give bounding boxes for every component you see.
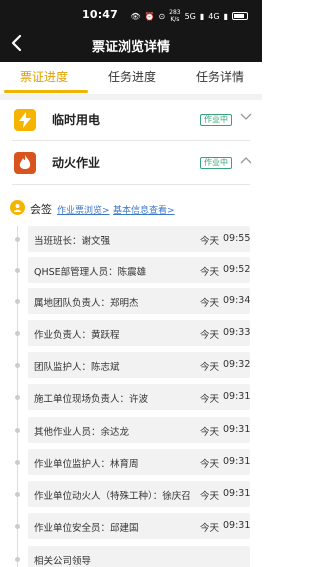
battery-icon (232, 12, 248, 20)
timeline-dot (15, 492, 20, 497)
record-row[interactable]: QHSE部管理人员：陈震雄 今天 09:52 (15, 257, 251, 283)
timeline-dot (15, 460, 20, 465)
record-day: 今天 (200, 236, 220, 247)
timeline-dot (15, 395, 20, 400)
basic-info-link[interactable]: 基本信息查看> (113, 203, 175, 216)
record-time: 09:55 (223, 233, 251, 244)
net-speed: 283 K/s (169, 9, 180, 23)
network-4g: 4G (208, 11, 220, 21)
record-row[interactable]: 施工单位现场负责人：许波 今天 09:31 (15, 384, 251, 410)
signal-bars-icon: ▮ (223, 11, 228, 21)
record-row[interactable]: 相关公司领导 (15, 546, 250, 567)
record-time: 09:33 (223, 327, 251, 338)
record-time: 09:31 (223, 520, 251, 531)
timeline-dot (15, 524, 20, 529)
record-day: 今天 (200, 267, 220, 278)
signal-bars-icon: ▮ (199, 11, 205, 21)
divider (12, 184, 250, 185)
record-day: 今天 (200, 459, 220, 470)
record-day: 今天 (200, 523, 220, 534)
countersign-label: 会签 (30, 203, 52, 216)
category-temp-power[interactable]: 临时用电 作业中 (0, 101, 262, 139)
record-row[interactable]: 作业单位监护人：林育周 今天 09:31 (15, 449, 251, 475)
record-day: 今天 (200, 362, 220, 373)
record-label: 团队监护人：陈志斌 (34, 362, 120, 373)
flame-icon (14, 152, 36, 174)
status-bar: 10:47 👁 ⏰ ⊙ 283 K/s 5G ▮ 4G ▮ (0, 0, 262, 28)
record-day: 今天 (200, 427, 220, 438)
record-row[interactable]: 作业单位动火人（特殊工种）：徐庆召 今天 09:31 (15, 481, 251, 507)
timeline-dot (15, 557, 20, 562)
net-speed-value: 283 (169, 9, 181, 16)
record-time: 09:31 (223, 456, 251, 467)
record-label: 作业单位动火人（特殊工种）：徐庆召 (34, 491, 191, 502)
divider (12, 140, 250, 141)
record-label: QHSE部管理人员：陈震雄 (34, 267, 147, 278)
user-icon (10, 200, 25, 215)
tab-task-progress[interactable]: 任务进度 (108, 68, 156, 85)
category-name: 动火作业 (52, 156, 101, 170)
record-time: 09:31 (223, 488, 251, 499)
record-time: 09:31 (223, 424, 251, 435)
timeline-dot (15, 268, 20, 273)
tab-ticket-progress[interactable]: 票证进度 (20, 68, 68, 85)
record-time: 09:31 (223, 391, 251, 402)
record-label: 当班班长：谢文强 (34, 236, 111, 247)
net-speed-unit: K/s (170, 16, 180, 23)
record-row[interactable]: 当班班长：谢文强 今天 09:55 (15, 226, 251, 252)
signal-5g: 5G (184, 11, 196, 21)
record-row[interactable]: 作业单位安全员：邱建国 今天 09:31 (15, 513, 251, 539)
record-row[interactable]: 团队监护人：陈志斌 今天 09:32 (15, 352, 251, 378)
timeline-dot (15, 299, 20, 304)
page-title: 票证浏览详情 (91, 40, 170, 55)
section-separator (0, 94, 262, 100)
timeline-dot (15, 331, 20, 336)
active-tab-indicator (4, 90, 88, 93)
record-label: 作业单位监护人：林育周 (34, 459, 139, 470)
record-day: 今天 (200, 394, 220, 405)
record-day: 今天 (200, 491, 220, 502)
status-time: 10:47 (82, 8, 119, 21)
timeline-dot (15, 237, 20, 242)
status-icons: 👁 ⏰ ⊙ 283 K/s 5G ▮ 4G ▮ (130, 9, 248, 23)
lightning-icon (14, 109, 36, 131)
tab-bar: 票证进度 任务进度 任务详情 (0, 62, 262, 94)
location-icon: ⊙ (158, 11, 166, 21)
record-time: 09:34 (223, 295, 251, 306)
category-name: 临时用电 (52, 113, 101, 127)
category-hot-work[interactable]: 动火作业 作业中 (0, 144, 262, 182)
record-row[interactable]: 属地团队负责人：郑明杰 今天 09:34 (15, 288, 251, 314)
eye-icon: 👁 (130, 11, 141, 21)
record-label: 施工单位现场负责人：许波 (34, 394, 149, 405)
nav-bar: 票证浏览详情 (0, 30, 262, 60)
chevron-down-icon[interactable] (240, 111, 252, 124)
app-header: 10:47 👁 ⏰ ⊙ 283 K/s 5G ▮ 4G ▮ 票证浏览详情 (0, 0, 262, 62)
record-label: 作业负责人：黄跃程 (34, 330, 120, 341)
tab-task-details[interactable]: 任务详情 (196, 68, 244, 85)
record-row[interactable]: 其他作业人员：余达龙 今天 09:31 (15, 417, 251, 443)
timeline-dot (15, 428, 20, 433)
record-label: 其他作业人员：余达龙 (34, 427, 130, 438)
alarm-icon: ⏰ (144, 11, 155, 21)
record-time: 09:32 (223, 359, 251, 370)
record-label: 作业单位安全员：邱建国 (34, 523, 139, 534)
ticket-browse-link[interactable]: 作业票浏览> (57, 203, 110, 216)
status-badge: 作业中 (200, 157, 232, 169)
record-time: 09:52 (223, 264, 251, 275)
record-label: 相关公司领导 (34, 556, 92, 567)
record-day: 今天 (200, 298, 220, 309)
record-row[interactable]: 作业负责人：黄跃程 今天 09:33 (15, 320, 251, 346)
record-label: 属地团队负责人：郑明杰 (34, 298, 139, 309)
timeline-dot (15, 363, 20, 368)
chevron-up-icon[interactable] (240, 154, 252, 167)
record-day: 今天 (200, 330, 220, 341)
status-badge: 作业中 (200, 114, 232, 126)
